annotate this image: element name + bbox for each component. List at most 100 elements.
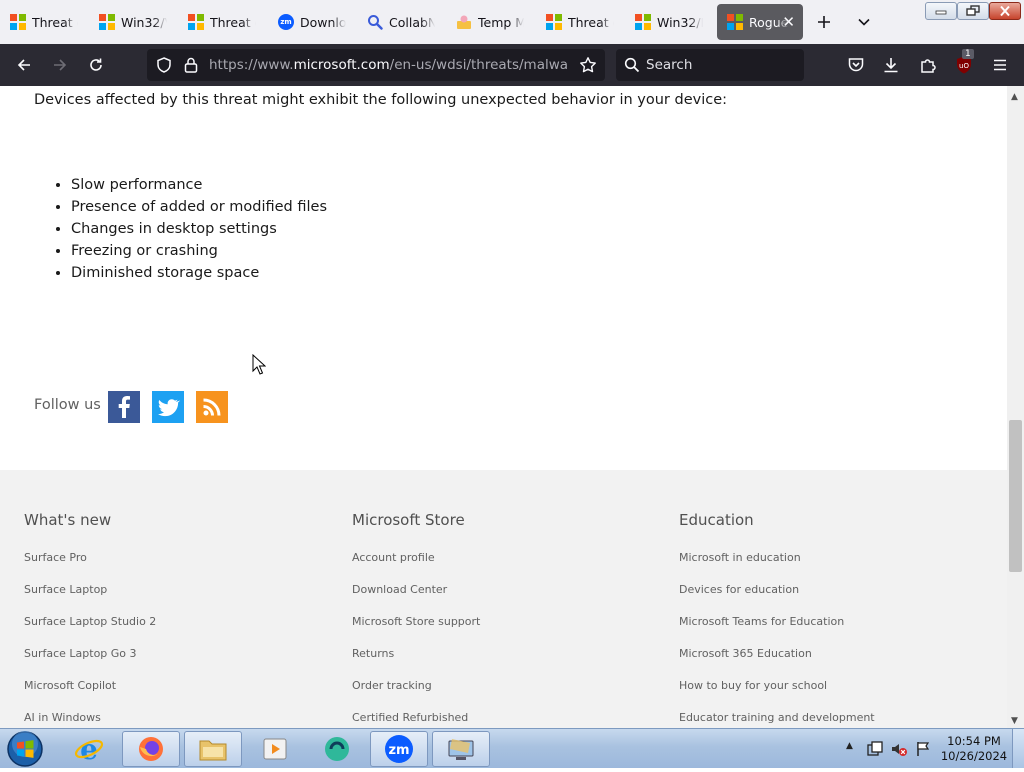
tab-threat-2[interactable]: Threat d bbox=[178, 4, 264, 40]
tab-win32-v[interactable]: Win32/V bbox=[89, 4, 175, 40]
taskbar-network-app[interactable] bbox=[432, 731, 490, 767]
tab-rogue-active[interactable]: Rogue ✕ bbox=[717, 4, 803, 40]
bookmark-star-icon[interactable] bbox=[579, 56, 597, 78]
navigation-toolbar: https://www.microsoft.com/en-us/wdsi/thr… bbox=[0, 44, 1024, 86]
arrow-right-icon bbox=[54, 59, 67, 71]
tab-download[interactable]: zm Downlo bbox=[268, 4, 354, 40]
tab-title: Threat d bbox=[210, 14, 256, 30]
close-tab-icon[interactable]: ✕ bbox=[782, 13, 795, 31]
minimize-icon bbox=[935, 10, 947, 15]
pocket-icon bbox=[848, 58, 864, 72]
footer-link[interactable]: Order tracking bbox=[352, 674, 480, 698]
footer-link[interactable]: Microsoft in education bbox=[679, 546, 875, 570]
notification-flag-icon[interactable] bbox=[914, 740, 932, 762]
taskbar-firefox[interactable] bbox=[122, 731, 180, 767]
shield-icon[interactable] bbox=[155, 56, 173, 78]
taskbar-chat-app[interactable] bbox=[308, 731, 366, 767]
action-center-icon[interactable] bbox=[866, 740, 884, 762]
pocket-button[interactable] bbox=[842, 51, 870, 79]
footer-link[interactable]: Download Center bbox=[352, 578, 480, 602]
puzzle-icon bbox=[921, 59, 936, 73]
footer-link[interactable]: Surface Laptop Studio 2 bbox=[24, 610, 156, 634]
tab-temp-mail[interactable]: Temp M bbox=[446, 4, 532, 40]
footer-link[interactable]: Account profile bbox=[352, 546, 480, 570]
downloads-button[interactable] bbox=[877, 51, 905, 79]
facebook-link[interactable] bbox=[108, 391, 140, 423]
temp-mail-icon bbox=[456, 14, 472, 30]
scroll-down-icon[interactable]: ▼ bbox=[1011, 716, 1018, 726]
footer-link[interactable]: Educator training and development bbox=[679, 706, 875, 728]
search-icon bbox=[624, 57, 640, 77]
url-text[interactable]: https://www.microsoft.com/en-us/wdsi/thr… bbox=[209, 57, 569, 73]
vertical-scrollbar[interactable]: ▲ ▼ bbox=[1007, 86, 1024, 728]
restore-icon bbox=[966, 5, 980, 16]
firefox-icon bbox=[139, 737, 163, 761]
footer-link[interactable]: Surface Pro bbox=[24, 546, 156, 570]
tab-collabn[interactable]: CollabN bbox=[357, 4, 443, 40]
tab-title: Downlo bbox=[300, 14, 346, 30]
list-item: Diminished storage space bbox=[71, 262, 327, 284]
taskbar-internet-explorer[interactable]: e bbox=[60, 731, 118, 767]
mouse-cursor-icon bbox=[252, 354, 266, 375]
rss-link[interactable] bbox=[196, 391, 228, 423]
clock-time: 10:54 PM bbox=[947, 734, 1001, 748]
scrollbar-thumb[interactable] bbox=[1009, 420, 1022, 572]
folder-icon bbox=[199, 740, 227, 761]
symptoms-list: Slow performance Presence of added or mo… bbox=[46, 174, 327, 284]
footer-link[interactable]: How to buy for your school bbox=[679, 674, 875, 698]
reload-icon bbox=[90, 58, 102, 71]
list-item: Freezing or crashing bbox=[71, 240, 327, 262]
minimize-button[interactable] bbox=[925, 2, 957, 20]
footer-link[interactable]: Surface Laptop bbox=[24, 578, 156, 602]
tab-title: Win32/F bbox=[657, 14, 703, 30]
volume-muted-icon[interactable] bbox=[890, 740, 908, 762]
footer-link[interactable]: Returns bbox=[352, 642, 480, 666]
taskbar-zoom[interactable]: zm bbox=[370, 731, 428, 767]
footer-link[interactable]: Surface Laptop Go 3 bbox=[24, 642, 156, 666]
footer-column-education: Education Microsoft in education Devices… bbox=[679, 508, 875, 728]
show-hidden-icons[interactable]: ▲ bbox=[846, 741, 853, 751]
footer-link[interactable]: Microsoft 365 Education bbox=[679, 642, 875, 666]
start-button[interactable] bbox=[6, 730, 44, 768]
url-prefix: https://www. bbox=[209, 57, 294, 73]
restore-button[interactable] bbox=[957, 2, 989, 20]
arrow-left-icon bbox=[17, 59, 30, 71]
tab-threat-3[interactable]: Threat d bbox=[536, 4, 622, 40]
symptoms-intro: Devices affected by this threat might ex… bbox=[34, 92, 728, 108]
back-button[interactable] bbox=[10, 51, 38, 79]
footer-link[interactable]: AI in Windows bbox=[24, 706, 156, 728]
lock-icon[interactable] bbox=[183, 56, 199, 78]
tab-threat-1[interactable]: Threat d bbox=[0, 4, 86, 40]
taskbar-media-player[interactable] bbox=[246, 731, 304, 767]
tab-win32-f[interactable]: Win32/F bbox=[625, 4, 711, 40]
extensions-button[interactable] bbox=[914, 51, 942, 79]
chat-bubble-icon bbox=[325, 737, 349, 761]
footer-link[interactable]: Devices for education bbox=[679, 578, 875, 602]
microsoft-logo-icon bbox=[99, 14, 115, 30]
app-menu-button[interactable] bbox=[986, 51, 1014, 79]
show-desktop-button[interactable] bbox=[1012, 729, 1024, 768]
footer-link[interactable]: Microsoft Teams for Education bbox=[679, 610, 875, 634]
forward-button[interactable] bbox=[46, 51, 74, 79]
footer-link[interactable]: Certified Refurbished bbox=[352, 706, 480, 728]
system-clock[interactable]: 10:54 PM 10/26/2024 bbox=[938, 734, 1010, 764]
close-window-button[interactable] bbox=[989, 2, 1021, 20]
ublock-extension-button[interactable]: uO 1 bbox=[950, 49, 978, 79]
search-input[interactable]: Search bbox=[616, 49, 804, 81]
footer-link[interactable]: Microsoft Store support bbox=[352, 610, 480, 634]
clock-date: 10/26/2024 bbox=[940, 749, 1008, 763]
url-domain: microsoft.com bbox=[293, 57, 390, 73]
taskbar-file-explorer[interactable] bbox=[184, 731, 242, 767]
list-all-tabs-button[interactable] bbox=[850, 8, 878, 36]
close-icon bbox=[1000, 5, 1010, 17]
svg-text:uO: uO bbox=[959, 62, 969, 70]
tab-title: Temp M bbox=[478, 14, 524, 30]
new-tab-button[interactable] bbox=[810, 8, 838, 36]
scroll-up-icon[interactable]: ▲ bbox=[1011, 92, 1018, 102]
reload-button[interactable] bbox=[82, 51, 110, 79]
site-footer: What's new Surface Pro Surface Laptop Su… bbox=[0, 470, 1007, 728]
twitter-link[interactable] bbox=[152, 391, 184, 423]
hamburger-menu-icon bbox=[994, 59, 1006, 71]
footer-link[interactable]: Microsoft Copilot bbox=[24, 674, 156, 698]
address-bar[interactable]: https://www.microsoft.com/en-us/wdsi/thr… bbox=[147, 49, 605, 81]
